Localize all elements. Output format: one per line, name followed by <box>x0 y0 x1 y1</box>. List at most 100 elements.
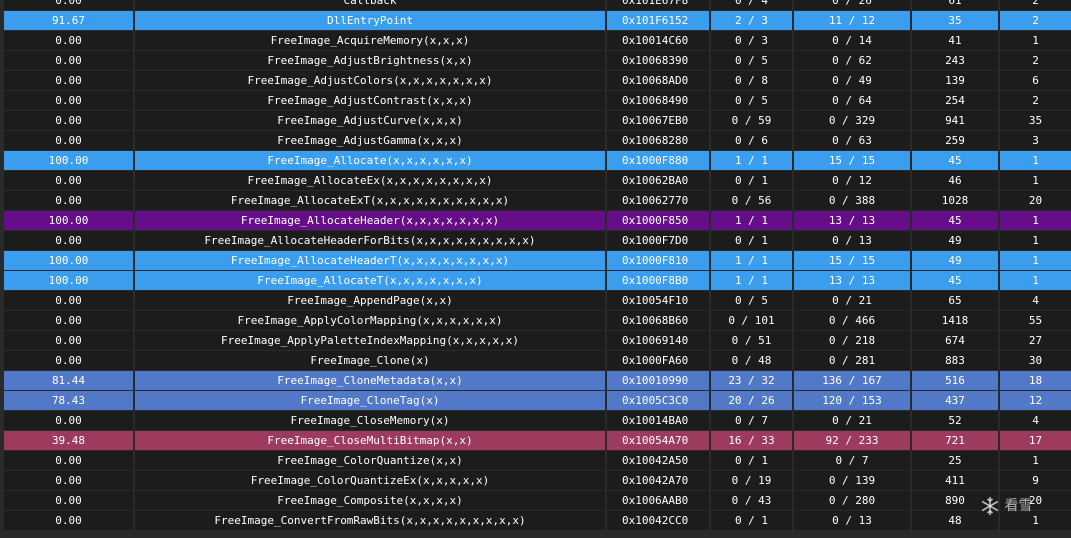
complexity-cell: 1 <box>1000 451 1071 470</box>
instructions-hit-cell: 0 / 280 <box>794 491 910 510</box>
blocks-hit-cell: 0 / 5 <box>711 51 792 70</box>
function-size-cell: 25 <box>912 451 998 470</box>
table-row[interactable]: 0.00 FreeImage_ColorQuantize(x,x) 0x10042A… <box>0 451 1071 470</box>
function-size-cell: 1418 <box>912 311 998 330</box>
table-row[interactable]: 0.00 FreeImage_AcquireMemory(x,x,x) 0x1001… <box>0 31 1071 50</box>
complexity-cell: 20 <box>1000 191 1071 210</box>
table-row[interactable]: 100.00 FreeImage_AllocateHeaderT(x,x,x,x,… <box>0 251 1071 270</box>
table-row[interactable]: 100.00 FreeImage_AllocateHeader(x,x,x,x,x… <box>0 211 1071 230</box>
instructions-hit-cell: 15 / 15 <box>794 151 910 170</box>
address-cell: 0x10068280 <box>607 131 709 150</box>
function-size-cell: 45 <box>912 211 998 230</box>
table-row[interactable]: 81.44 FreeImage_CloneMetadata(x,x) 0x10010… <box>0 371 1071 390</box>
function-name-cell: FreeImage_AppendPage(x,x) <box>135 291 605 310</box>
table-row[interactable]: 0.00 FreeImage_CloseMemory(x) 0x10014BA0 0 … <box>0 411 1071 430</box>
table-row[interactable]: 0.00 FreeImage_AdjustContrast(x,x,x) 0x100… <box>0 91 1071 110</box>
table-row[interactable]: 0.00 FreeImage_ApplyColorMapping(x,x,x,x,… <box>0 311 1071 330</box>
coverage-cell: 39.48 <box>4 431 133 450</box>
coverage-cell: 0.00 <box>4 0 133 10</box>
table-row[interactable]: 0.00 FreeImage_AllocateExT(x,x,x,x,x,x,x,… <box>0 191 1071 210</box>
table-row[interactable]: 0.00 FreeImage_ConvertFromRawBits(x,x,x,x… <box>0 511 1071 530</box>
function-name-cell: FreeImage_ConvertFromRawBits(x,x,x,x,x,x… <box>135 511 605 530</box>
table-row[interactable]: 100.00 FreeImage_Allocate(x,x,x,x,x,x) 0x1… <box>0 151 1071 170</box>
function-name-cell: FreeImage_AllocateHeader(x,x,x,x,x,x,x) <box>135 211 605 230</box>
instructions-hit-cell: 0 / 7 <box>794 451 910 470</box>
complexity-cell: 35 <box>1000 111 1071 130</box>
instructions-hit-cell: 0 / 63 <box>794 131 910 150</box>
coverage-cell: 0.00 <box>4 311 133 330</box>
address-cell: 0x101F6152 <box>607 11 709 30</box>
blocks-hit-cell: 1 / 1 <box>711 271 792 290</box>
table-row[interactable]: 78.43 FreeImage_CloneTag(x) 0x1005C3C0 20 /… <box>0 391 1071 410</box>
function-size-cell: 41 <box>912 31 998 50</box>
coverage-cell: 0.00 <box>4 331 133 350</box>
function-size-cell: 254 <box>912 91 998 110</box>
instructions-hit-cell: 13 / 13 <box>794 211 910 230</box>
coverage-cell: 0.00 <box>4 491 133 510</box>
instructions-hit-cell: 0 / 14 <box>794 31 910 50</box>
function-size-cell: 48 <box>912 511 998 530</box>
function-name-cell: DllEntryPoint <box>135 11 605 30</box>
address-cell: 0x1000FA60 <box>607 351 709 370</box>
table-row[interactable]: 91.67 DllEntryPoint 0x101F6152 2 / 3 11 / 12… <box>0 11 1071 30</box>
coverage-cell: 78.43 <box>4 391 133 410</box>
instructions-hit-cell: 0 / 21 <box>794 411 910 430</box>
table-row[interactable]: 0.00 FreeImage_AdjustCurve(x,x,x) 0x10067E… <box>0 111 1071 130</box>
instructions-hit-cell: 0 / 12 <box>794 171 910 190</box>
address-cell: 0x10068390 <box>607 51 709 70</box>
function-name-cell: FreeImage_AllocateEx(x,x,x,x,x,x,x,x) <box>135 171 605 190</box>
function-name-cell: FreeImage_CloneTag(x) <box>135 391 605 410</box>
blocks-hit-cell: 0 / 5 <box>711 291 792 310</box>
function-size-cell: 674 <box>912 331 998 350</box>
coverage-cell: 91.67 <box>4 11 133 30</box>
blocks-hit-cell: 0 / 7 <box>711 411 792 430</box>
complexity-cell: 30 <box>1000 351 1071 370</box>
address-cell: 0x10068B60 <box>607 311 709 330</box>
table-row[interactable]: 0.00 FreeImage_AllocateEx(x,x,x,x,x,x,x,x… <box>0 171 1071 190</box>
address-cell: 0x1000F850 <box>607 211 709 230</box>
function-name-cell: FreeImage_Composite(x,x,x,x) <box>135 491 605 510</box>
table-row[interactable]: 0.00 FreeImage_ApplyPaletteIndexMapping(x… <box>0 331 1071 350</box>
complexity-cell: 55 <box>1000 311 1071 330</box>
table-row[interactable]: 0.00 FreeImage_ColorQuantizeEx(x,x,x,x,x)… <box>0 471 1071 490</box>
coverage-cell: 0.00 <box>4 231 133 250</box>
complexity-cell: 1 <box>1000 511 1071 530</box>
instructions-hit-cell: 0 / 62 <box>794 51 910 70</box>
address-cell: 0x10042A50 <box>607 451 709 470</box>
complexity-cell: 12 <box>1000 391 1071 410</box>
table-row[interactable]: 0.00 Callback 0x101E67F8 0 / 40 / 26 61 2 <box>0 0 1071 10</box>
table-row[interactable]: 0.00 FreeImage_AllocateHeaderForBits(x,x,… <box>0 231 1071 250</box>
table-row[interactable]: 0.00 FreeImage_AdjustGamma(x,x,x) 0x100682… <box>0 131 1071 150</box>
function-name-cell: FreeImage_CloseMemory(x) <box>135 411 605 430</box>
address-cell: 0x10042A70 <box>607 471 709 490</box>
address-cell: 0x10010990 <box>607 371 709 390</box>
instructions-hit-cell: 0 / 329 <box>794 111 910 130</box>
function-size-cell: 721 <box>912 431 998 450</box>
instructions-hit-cell: 13 / 13 <box>794 271 910 290</box>
coverage-cell: 0.00 <box>4 471 133 490</box>
instructions-hit-cell: 0 / 13 <box>794 511 910 530</box>
table-row[interactable]: 0.00 FreeImage_Composite(x,x,x,x) 0x1006AA… <box>0 491 1071 510</box>
function-size-cell: 883 <box>912 351 998 370</box>
table-row[interactable]: 100.00 FreeImage_AllocateT(x,x,x,x,x,x,x)… <box>0 271 1071 290</box>
table-row[interactable]: 0.00 FreeImage_Clone(x) 0x1000FA60 0 / 48 0 … <box>0 351 1071 370</box>
function-name-cell: FreeImage_ColorQuantizeEx(x,x,x,x,x) <box>135 471 605 490</box>
blocks-hit-cell: 1 / 1 <box>711 151 792 170</box>
instructions-hit-cell: 136 / 167 <box>794 371 910 390</box>
blocks-hit-cell: 1 / 1 <box>711 211 792 230</box>
address-cell: 0x10014C60 <box>607 31 709 50</box>
table-row[interactable]: 0.00 FreeImage_AppendPage(x,x) 0x10054F10 0… <box>0 291 1071 310</box>
address-cell: 0x10014BA0 <box>607 411 709 430</box>
complexity-cell: 3 <box>1000 131 1071 150</box>
address-cell: 0x1005C3C0 <box>607 391 709 410</box>
function-size-cell: 411 <box>912 471 998 490</box>
table-row[interactable]: 0.00 FreeImage_AdjustBrightness(x,x) 0x100… <box>0 51 1071 70</box>
table-row[interactable]: 0.00 FreeImage_AdjustColors(x,x,x,x,x,x,x… <box>0 71 1071 90</box>
coverage-cell: 0.00 <box>4 111 133 130</box>
blocks-hit-cell: 0 / 8 <box>711 71 792 90</box>
table-row[interactable]: 39.48 FreeImage_CloseMultiBitmap(x,x) 0x10… <box>0 431 1071 450</box>
address-cell: 0x10062770 <box>607 191 709 210</box>
coverage-cell: 100.00 <box>4 151 133 170</box>
instructions-hit-cell: 15 / 15 <box>794 251 910 270</box>
blocks-hit-cell: 23 / 32 <box>711 371 792 390</box>
